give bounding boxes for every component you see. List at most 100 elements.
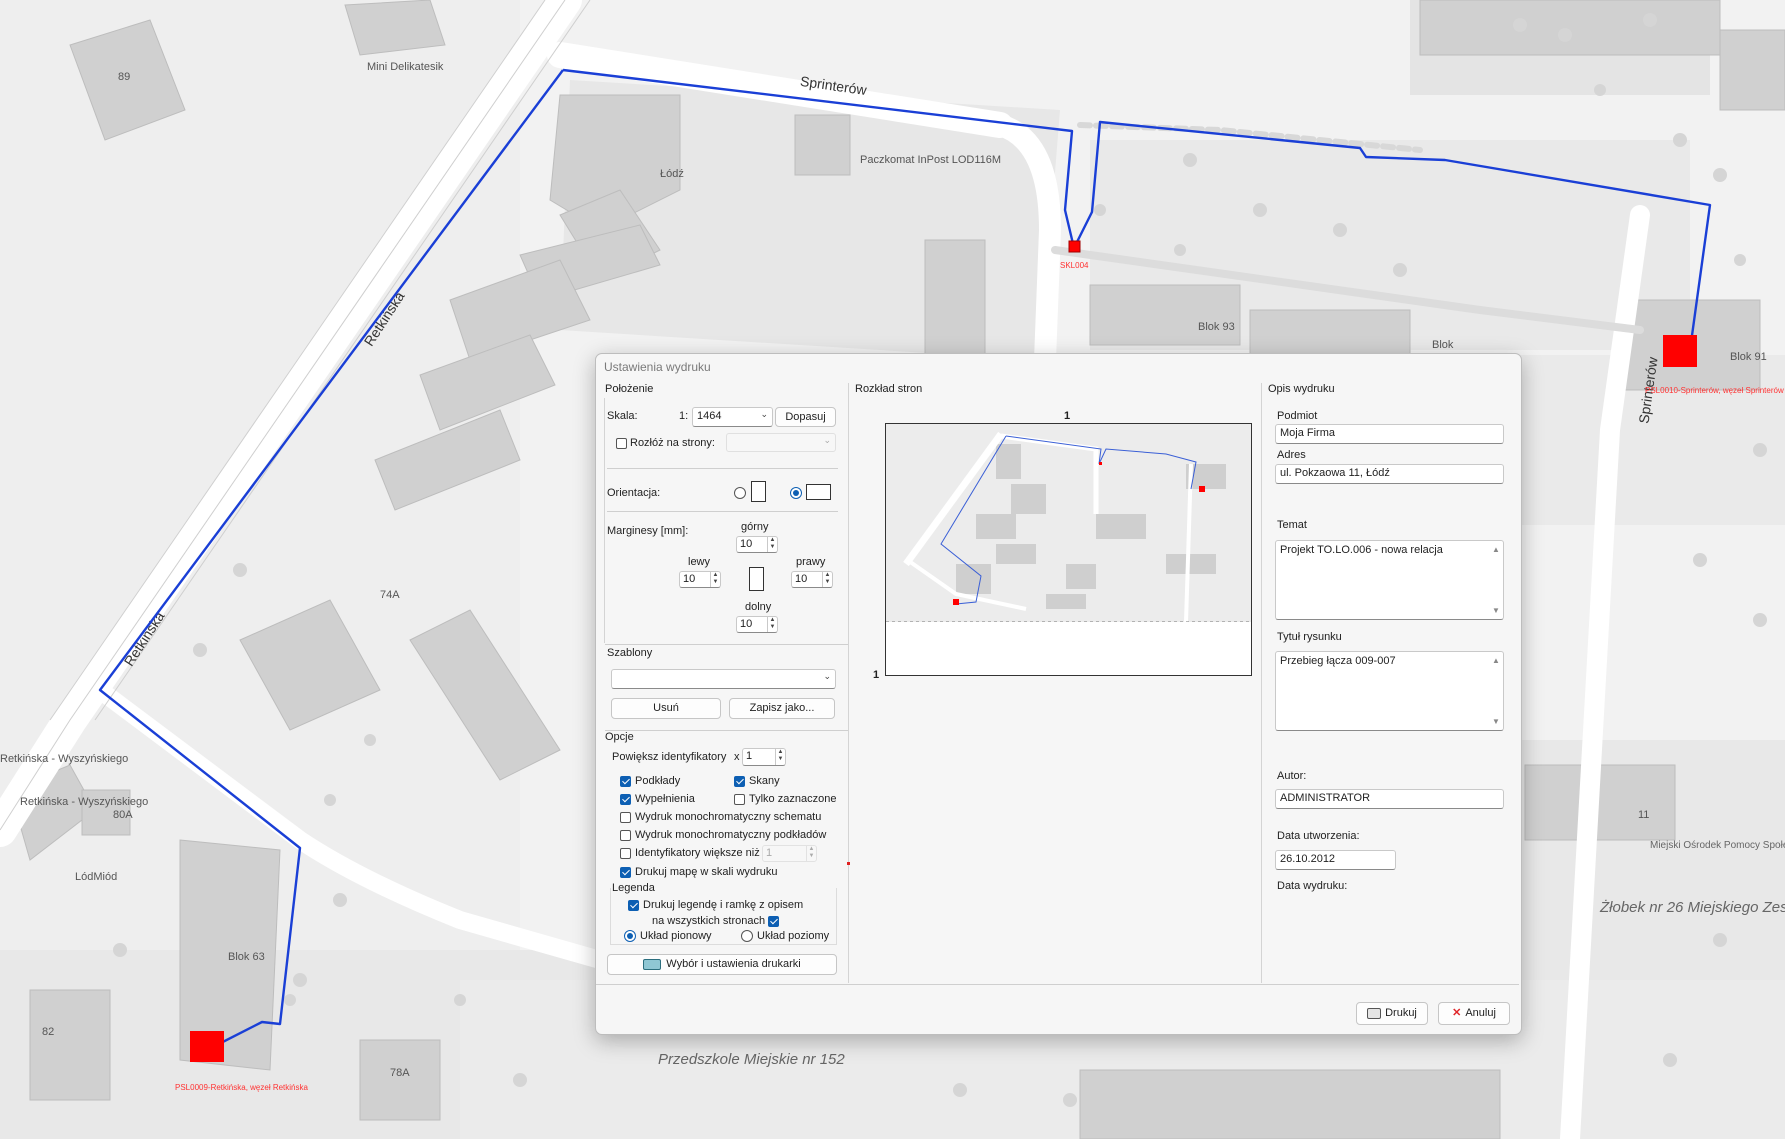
- checkbox-wypelnienia[interactable]: [620, 794, 631, 805]
- poi-78a: 78A: [390, 1067, 410, 1079]
- checkbox-mono-schemat[interactable]: [620, 812, 631, 823]
- label-layout-vertical: Układ pionowy: [640, 930, 712, 942]
- node-skl004: [1068, 240, 1081, 253]
- label-wypelnienia: Wypełnienia: [635, 793, 695, 805]
- temat-value: Projekt TO.LO.006 - nowa relacja: [1280, 544, 1443, 556]
- margin-right-value: 10: [795, 573, 808, 585]
- margin-top-input[interactable]: 10 ▲ ▼: [736, 536, 778, 553]
- footer-divider: [596, 984, 1519, 985]
- margin-left-value: 10: [683, 573, 696, 585]
- templates-combobox[interactable]: ⌄: [611, 669, 836, 689]
- checkbox-tylko-zaznaczone[interactable]: [734, 794, 745, 805]
- landscape-page-icon: [806, 484, 831, 500]
- poi-retkinska-wyszynskiego: Retkińska - Wyszyńskiego: [0, 753, 128, 765]
- checkbox-skany[interactable]: [734, 776, 745, 787]
- temat-textarea[interactable]: Projekt TO.LO.006 - nowa relacja ▲ ▼: [1275, 540, 1504, 620]
- tytul-value: Przebieg łącza 009-007: [1280, 655, 1396, 667]
- margin-left-input[interactable]: 10 ▲ ▼: [679, 571, 721, 588]
- data-utw-input[interactable]: 26.10.2012: [1275, 850, 1396, 870]
- enlarge-ids-value: 1: [746, 750, 753, 762]
- checkbox-print-map-scale[interactable]: [620, 867, 631, 878]
- spinner[interactable]: ▲ ▼: [710, 572, 720, 587]
- printer-settings-label: Wybór i ustawienia drukarki: [666, 958, 801, 970]
- orientation-portrait-radio[interactable]: [734, 487, 746, 499]
- orientation-landscape-radio[interactable]: [790, 487, 802, 499]
- margin-preview-page: [749, 567, 764, 591]
- save-template-as-button[interactable]: Zapisz jako...: [729, 698, 835, 719]
- temat-scrollbar[interactable]: ▲ ▼: [1491, 545, 1501, 615]
- poi-lodmiod: LódMiód: [75, 871, 117, 883]
- spread-label: Rozłóż na strony:: [630, 437, 715, 449]
- section-szablony: Szablony: [607, 647, 653, 659]
- spread-combobox[interactable]: ⌄: [726, 433, 836, 452]
- node-label-psl0009: PSL0009-Retkińska, węzeł Retkińska: [175, 1083, 309, 1092]
- delete-template-button[interactable]: Usuń: [611, 698, 721, 719]
- chevron-down-icon: ⌄: [823, 671, 831, 681]
- splitter-handle[interactable]: [847, 862, 850, 865]
- node-psl0010: [1663, 335, 1697, 367]
- spinner[interactable]: ▲ ▼: [775, 749, 785, 765]
- poi-74a: 74A: [380, 589, 400, 601]
- margin-bottom-value: 10: [740, 618, 753, 630]
- radio-layout-vertical[interactable]: [624, 930, 636, 942]
- spinner[interactable]: ▲ ▼: [767, 537, 777, 552]
- radio-layout-horizontal[interactable]: [741, 930, 753, 942]
- poi-82: 82: [42, 1026, 54, 1038]
- ids-threshold-input[interactable]: 1 ▲ ▼: [762, 845, 817, 862]
- section-opcje: Opcje: [605, 731, 634, 743]
- spinner[interactable]: ▲ ▼: [806, 846, 816, 861]
- label-mono-podklady: Wydruk monochromatyczny podkładów: [635, 829, 827, 841]
- tytul-label: Tytuł rysunku: [1277, 631, 1342, 643]
- tytul-scrollbar[interactable]: ▲ ▼: [1491, 656, 1501, 726]
- poi-blok: Blok: [1432, 339, 1454, 351]
- scale-label: Skala:: [607, 410, 638, 422]
- page-row-label: 1: [873, 669, 880, 681]
- margin-right-input[interactable]: 10 ▲ ▼: [791, 571, 833, 588]
- print-button[interactable]: Drukuj: [1356, 1002, 1428, 1025]
- page-preview[interactable]: [885, 423, 1252, 676]
- checkbox-ids-larger[interactable]: [620, 848, 631, 859]
- spinner[interactable]: ▲ ▼: [767, 617, 777, 632]
- spinner[interactable]: ▲ ▼: [822, 572, 832, 587]
- poi-blok-63: Blok 63: [228, 951, 265, 963]
- print-button-label: Drukuj: [1385, 1007, 1417, 1019]
- label-skany: Skany: [749, 775, 780, 787]
- fit-button[interactable]: Dopasuj: [775, 407, 836, 427]
- column-divider: [848, 383, 849, 983]
- autor-input[interactable]: ADMINISTRATOR: [1275, 789, 1504, 809]
- orientation-label: Orientacja:: [607, 487, 661, 499]
- spread-checkbox[interactable]: [616, 438, 627, 449]
- autor-label: Autor:: [1277, 770, 1307, 782]
- dialog-title: Ustawienia wydruku: [604, 360, 711, 374]
- label-all-pages: na wszystkich stronach: [652, 915, 766, 927]
- checkbox-podklady[interactable]: [620, 776, 631, 787]
- poi-80a: 80A: [113, 809, 133, 821]
- tytul-textarea[interactable]: Przebieg łącza 009-007 ▲ ▼: [1275, 651, 1504, 731]
- checkbox-all-pages[interactable]: [768, 916, 779, 927]
- scale-combobox[interactable]: 1464 ⌄: [692, 407, 773, 427]
- poi-blok-93: Blok 93: [1198, 321, 1235, 333]
- page-col-label: 1: [1064, 410, 1071, 422]
- margin-bottom-input[interactable]: 10 ▲ ▼: [736, 616, 778, 633]
- margins-label: Marginesy [mm]:: [607, 525, 689, 537]
- enlarge-x-label: x: [734, 751, 740, 763]
- checkbox-print-legend[interactable]: [628, 900, 639, 911]
- label-mono-schemat: Wydruk monochromatyczny schematu: [635, 811, 822, 823]
- section-opis: Opis wydruku: [1268, 383, 1335, 395]
- data-wyd-label: Data wydruku:: [1277, 880, 1348, 892]
- margin-bottom-label: dolny: [745, 601, 772, 613]
- podmiot-input[interactable]: Moja Firma: [1275, 424, 1504, 444]
- poi-mini-delikatesik: Mini Delikatesik: [367, 61, 444, 73]
- cancel-button[interactable]: ✕ Anuluj: [1438, 1002, 1510, 1025]
- printer-settings-button[interactable]: Wybór i ustawienia drukarki: [607, 954, 837, 975]
- margin-top-value: 10: [740, 538, 753, 550]
- adres-input[interactable]: ul. Pokzaowa 11, Łódź: [1275, 464, 1504, 484]
- section-rozklad: Rozkład stron: [855, 383, 923, 395]
- scale-value: 1464: [697, 410, 722, 422]
- poi-zlobek: Żłobek nr 26 Miejskiego Zespołu Żłobków: [1599, 899, 1785, 916]
- column-divider: [1261, 383, 1262, 983]
- enlarge-ids-input[interactable]: 1 ▲ ▼: [742, 748, 786, 766]
- temat-label: Temat: [1277, 519, 1307, 531]
- checkbox-mono-podklady[interactable]: [620, 830, 631, 841]
- ids-threshold-value: 1: [766, 847, 773, 859]
